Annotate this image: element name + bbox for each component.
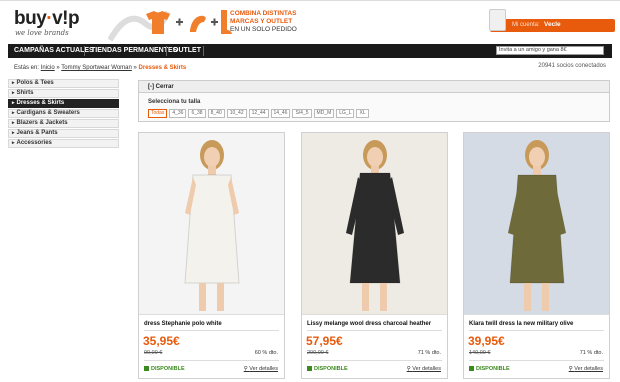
size-option-chip[interactable]: MD_M xyxy=(313,109,335,118)
boot-icon xyxy=(190,15,206,32)
availability-status: DISPONIBLE xyxy=(307,366,348,372)
shopping-bag-icon[interactable] xyxy=(489,9,506,31)
product-photo[interactable] xyxy=(302,133,447,315)
availability-status: DISPONIBLE xyxy=(469,366,510,372)
breadcrumb: Estás en: Inicio » Tommy Sportwear Woman… xyxy=(14,65,186,71)
breadcrumb-link-brand[interactable]: Tommy Sportwear Woman xyxy=(61,65,132,71)
sidebar-item-accessories[interactable]: ▸ Accessories xyxy=(8,139,119,148)
sidebar-item-jeans[interactable]: ▸ Jeans & Pants xyxy=(8,129,119,138)
account-name: Vecle xyxy=(544,21,561,28)
product-photo[interactable] xyxy=(139,133,284,315)
size-filter-toggle[interactable]: [-] Cerrar xyxy=(139,81,609,93)
product-name[interactable]: dress Stephanie polo white xyxy=(144,321,222,327)
chevron-right-icon: ▸ xyxy=(12,120,15,126)
chevron-right-icon: ▸ xyxy=(12,110,15,116)
logo[interactable]: buy·v!p xyxy=(14,8,80,30)
size-filter-panel: [-] Cerrar Selecciona tu talla Todas 4_36… xyxy=(138,80,610,122)
tab-outlet[interactable]: Outlet xyxy=(167,44,207,58)
divider xyxy=(307,360,442,361)
account-label: Mi cuenta: xyxy=(512,22,540,28)
breadcrumb-prefix: Estás en: xyxy=(14,65,40,71)
divider xyxy=(307,330,442,331)
size-option-chip[interactable]: 4_36 xyxy=(169,109,187,118)
divider xyxy=(469,360,604,361)
sidebar-item-shirts[interactable]: ▸ Shirts xyxy=(8,89,119,98)
product-name[interactable]: Lissy melange wool dress charcoal heathe… xyxy=(307,321,431,327)
invite-input[interactable]: Invita a un amigo y gana 8€ xyxy=(496,46,604,55)
product-price: 57,95€ xyxy=(306,334,343,348)
view-details-link[interactable]: ⚲ Ver detalles xyxy=(244,366,278,372)
original-price: 90,00 € xyxy=(144,350,163,356)
product-price: 39,95€ xyxy=(468,334,505,348)
available-square-icon xyxy=(307,366,312,371)
size-option-chip[interactable]: 8_40 xyxy=(207,109,225,118)
sidebar-item-dresses[interactable]: ▸ Dresses & Skirts xyxy=(8,99,119,108)
size-option-chip[interactable]: 6_38 xyxy=(188,109,206,118)
size-options: Todas 4_36 6_38 8_40 10_42 12_44 14_46 S/4_5 MD_… xyxy=(148,109,371,118)
plus-icon xyxy=(176,18,183,26)
size-option-chip[interactable]: XL xyxy=(356,109,369,118)
discount-label: 71 % dto. xyxy=(579,350,603,356)
breadcrumb-current: Dresses & Skirts xyxy=(138,65,187,71)
size-option-chip[interactable]: 10_42 xyxy=(226,109,247,118)
chevron-right-icon: ▸ xyxy=(12,90,15,96)
view-details-link[interactable]: ⚲ Ver detalles xyxy=(407,366,441,372)
chevron-right-icon: ▸ xyxy=(12,80,15,86)
size-filter-title: Selecciona tu talla xyxy=(148,99,201,105)
divider xyxy=(469,330,604,331)
members-online: 20941 socios conectados xyxy=(538,63,606,69)
available-square-icon xyxy=(469,366,474,371)
original-price: 200,00 € xyxy=(307,350,329,356)
original-price: 140,00 € xyxy=(469,350,491,356)
sidebar-item-blazers[interactable]: ▸ Blazers & Jackets xyxy=(8,119,119,128)
product-card[interactable]: dress Stephanie polo white 35,95€ 90,00 € 6… xyxy=(138,132,285,379)
divider xyxy=(144,330,279,331)
size-option-chip[interactable]: 14_46 xyxy=(270,109,291,118)
category-sidebar: ▸ Polos & Tees ▸ Shirts ▸ Dresses & Skirts … xyxy=(8,79,119,149)
discount-label: 71 % dto. xyxy=(417,350,441,356)
breadcrumb-separator: » xyxy=(133,65,137,71)
product-name[interactable]: Klara twill dress la new military olive xyxy=(469,321,573,327)
divider xyxy=(144,360,279,361)
size-option-chip[interactable]: S/4_5 xyxy=(292,109,312,118)
chevron-right-icon: ▸ xyxy=(12,100,15,106)
promo-text: Combina distintas marcas y outlet en un … xyxy=(230,10,297,33)
chevron-right-icon: ▸ xyxy=(12,130,15,136)
availability-status: DISPONIBLE xyxy=(144,366,185,372)
product-card[interactable]: Klara twill dress la new military olive 3… xyxy=(463,132,610,379)
size-option-chip[interactable]: LG_L xyxy=(336,109,355,118)
chevron-right-icon: ▸ xyxy=(12,140,15,146)
nav-divider xyxy=(203,46,204,56)
product-photo[interactable] xyxy=(464,133,609,315)
product-card[interactable]: Lissy melange wool dress charcoal heathe… xyxy=(301,132,448,379)
sidebar-item-polos[interactable]: ▸ Polos & Tees xyxy=(8,79,119,88)
breadcrumb-link-inicio[interactable]: Inicio xyxy=(41,65,55,71)
sidebar-item-cardigans[interactable]: ▸ Cardigans & Sweaters xyxy=(8,109,119,118)
available-square-icon xyxy=(144,366,149,371)
product-price: 35,95€ xyxy=(143,334,180,348)
plus-icon xyxy=(211,18,218,26)
tshirt-icon xyxy=(146,11,170,34)
tagline: we love brands xyxy=(15,29,69,37)
breadcrumb-separator: » xyxy=(56,65,60,71)
view-details-link[interactable]: ⚲ Ver detalles xyxy=(569,366,603,372)
account-button[interactable]: Mi cuenta: Vecle xyxy=(490,19,615,32)
size-option-chip[interactable]: Todas xyxy=(148,109,168,118)
discount-label: 60 % dto. xyxy=(254,350,278,356)
size-option-chip[interactable]: 12_44 xyxy=(248,109,269,118)
header: buy·v!p we love brands Combina distintas… xyxy=(0,0,620,44)
